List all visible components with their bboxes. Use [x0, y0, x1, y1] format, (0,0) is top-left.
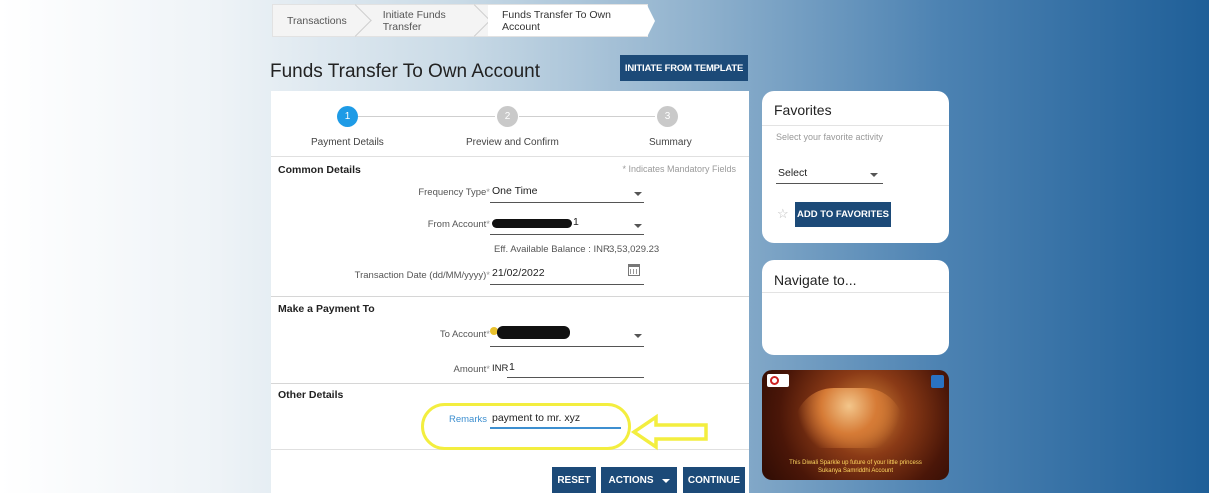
- step-1-label: Payment Details: [311, 137, 384, 148]
- step-connector: [519, 116, 655, 117]
- required-marker: *: [486, 364, 490, 375]
- breadcrumb: Transactions Initiate Funds Transfer Fun…: [272, 4, 655, 37]
- breadcrumb-item-current: Funds Transfer To Own Account: [488, 5, 655, 37]
- highlight-ellipse: [421, 403, 631, 450]
- favorites-title: Favorites: [774, 102, 832, 118]
- mandatory-note: * Indicates Mandatory Fields: [622, 164, 736, 174]
- promo-product: Sukanya Samriddhi Account: [817, 468, 894, 474]
- label-text: To Account: [439, 329, 487, 340]
- step-2-circle: 2: [497, 106, 518, 127]
- amount-value: 1: [509, 361, 515, 373]
- section-title: Other Details: [278, 389, 344, 401]
- required-marker: *: [486, 219, 490, 230]
- calendar-icon[interactable]: [628, 264, 640, 276]
- available-balance-value: 3,53,029.23: [609, 244, 660, 255]
- step-2-label: Preview and Confirm: [466, 137, 559, 148]
- arrow-annotation-icon: [630, 413, 708, 451]
- required-marker: *: [486, 270, 490, 281]
- actions-label: ACTIONS: [608, 475, 654, 486]
- make-payment-section: Make a Payment To To Account* Amount* IN…: [271, 297, 749, 384]
- breadcrumb-item-transactions[interactable]: Transactions: [273, 5, 369, 36]
- breadcrumb-arrow: [647, 5, 655, 37]
- transaction-date-value: 21/02/2022: [492, 267, 545, 279]
- promo-tagline: This Diwali Sparkle up future of your li…: [789, 460, 922, 466]
- required-marker: *: [486, 187, 490, 198]
- frequency-type-dropdown[interactable]: [490, 202, 644, 203]
- available-balance-label: Eff. Available Balance : INR: [494, 244, 610, 255]
- masked-to-account: [497, 326, 570, 339]
- family-illustration: [794, 388, 904, 448]
- favorites-select-value: Select: [778, 167, 808, 179]
- from-account-label: From Account*: [427, 219, 490, 230]
- breadcrumb-label: Funds Transfer To Own Account: [502, 8, 611, 33]
- favorites-hint: Select your favorite activity: [776, 132, 884, 142]
- chevron-down-icon: [661, 478, 670, 483]
- transaction-date-label: Transaction Date (dd/MM/yyyy)*: [355, 270, 490, 281]
- breadcrumb-label: Transactions: [287, 14, 347, 27]
- favorites-card: Favorites Select your favorite activity …: [762, 91, 949, 243]
- navigate-card: Navigate to...: [762, 260, 949, 355]
- bank-logo-icon: [767, 374, 789, 387]
- actions-button[interactable]: ACTIONS: [601, 467, 677, 493]
- favorites-select[interactable]: [776, 183, 883, 184]
- section-title: Common Details: [278, 164, 361, 176]
- to-account-dropdown[interactable]: [490, 346, 644, 347]
- from-account-value: 1: [573, 216, 579, 228]
- step-1-circle[interactable]: 1: [337, 106, 358, 127]
- continue-button[interactable]: CONTINUE: [683, 467, 745, 493]
- chevron-down-icon[interactable]: [870, 173, 878, 177]
- divider: [762, 292, 949, 293]
- amount-input[interactable]: [507, 377, 644, 378]
- from-account-dropdown[interactable]: [490, 234, 644, 235]
- currency-code: INR: [492, 363, 509, 374]
- promo-banner[interactable]: This Diwali Sparkle up future of your li…: [762, 370, 949, 480]
- breadcrumb-item-initiate-funds-transfer[interactable]: Initiate Funds Transfer: [369, 5, 488, 36]
- masked-account-number: [492, 219, 572, 228]
- initiate-from-template-button[interactable]: INITIATE FROM TEMPLATE: [620, 55, 748, 81]
- to-account-label: To Account*: [440, 329, 490, 340]
- breadcrumb-label: Initiate Funds Transfer: [382, 8, 446, 33]
- amount-label: Amount*: [454, 364, 490, 375]
- chevron-down-icon[interactable]: [634, 224, 642, 228]
- frequency-type-label: Frequency Type*: [418, 187, 490, 198]
- label-text: Transaction Date (dd/MM/yyyy): [354, 270, 487, 281]
- step-connector: [358, 116, 495, 117]
- logo-ring: [770, 376, 779, 385]
- transaction-date-input[interactable]: [490, 284, 644, 285]
- step-3-circle: 3: [657, 106, 678, 127]
- sbi-logo-icon: [931, 375, 944, 388]
- frequency-type-value: One Time: [492, 185, 538, 197]
- reset-button[interactable]: RESET: [552, 467, 596, 493]
- chevron-down-icon[interactable]: [634, 192, 642, 196]
- navigate-title: Navigate to...: [774, 272, 857, 288]
- label-text: Amount: [453, 364, 487, 375]
- common-details-section: Common Details * Indicates Mandatory Fie…: [271, 157, 749, 297]
- step-3-label: Summary: [649, 137, 692, 148]
- chevron-down-icon[interactable]: [634, 334, 642, 338]
- page-title: Funds Transfer To Own Account: [270, 61, 541, 82]
- divider: [762, 125, 949, 126]
- stepper: 1 2 3 Payment Details Preview and Confir…: [271, 91, 749, 157]
- label-text: Frequency Type: [418, 187, 487, 198]
- calendar-grid: [630, 269, 638, 274]
- action-bar: RESET ACTIONS CONTINUE: [271, 449, 749, 493]
- add-to-favorites-button[interactable]: ADD TO FAVORITES: [795, 202, 891, 227]
- section-title: Make a Payment To: [278, 303, 375, 315]
- star-icon[interactable]: ☆: [777, 206, 789, 222]
